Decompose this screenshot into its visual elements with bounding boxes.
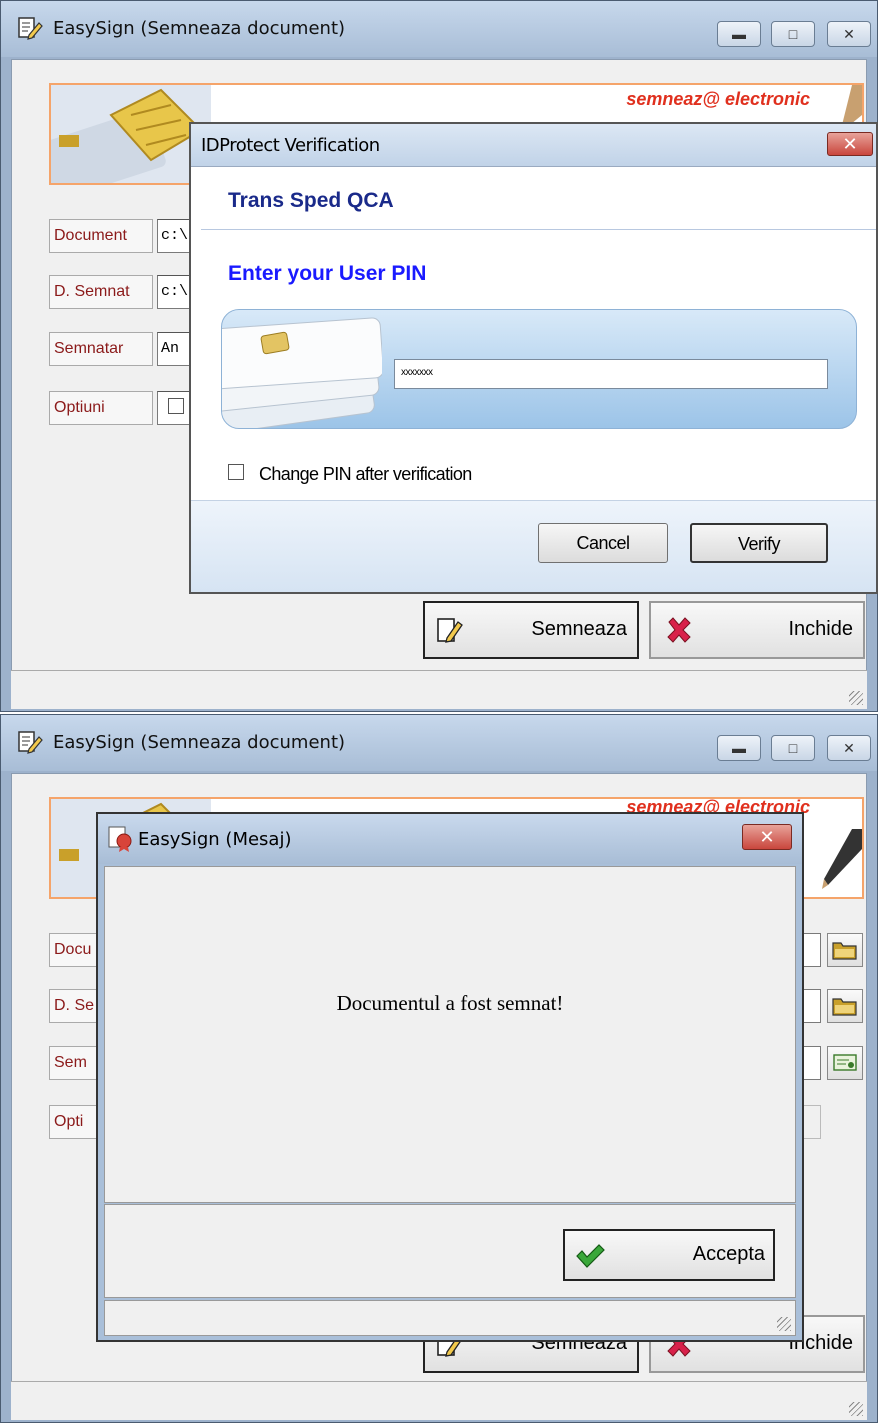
browse-document-button[interactable] (827, 933, 863, 967)
maximize-icon: □ (788, 740, 798, 756)
certificate-icon (833, 1054, 857, 1071)
message-dialog-titlebar[interactable]: EasySign (Mesaj) ✕ (98, 814, 802, 864)
message-button-panel: Accepta (104, 1204, 796, 1298)
maximize-button[interactable]: □ (771, 21, 815, 47)
message-status-bar (104, 1300, 796, 1336)
signer-dropdown-edge[interactable] (801, 1046, 821, 1080)
maximize-icon: □ (788, 26, 798, 42)
signer-label: Semnatar (49, 332, 153, 366)
minimize-icon: ▬ (732, 740, 746, 756)
close-icon: ✕ (842, 134, 858, 154)
document-label: Docu (49, 933, 99, 967)
window-title: EasySign (Semneaza document) (53, 18, 346, 39)
idprotect-pin-dialog: IDProtect Verification ✕ Trans Sped QCA … (189, 122, 878, 594)
smartcard-icon (51, 85, 211, 183)
header-divider (201, 229, 876, 230)
window-title: EasySign (Semneaza document) (53, 732, 346, 753)
checkmark-icon (576, 1244, 605, 1268)
sign-pen-icon (822, 829, 862, 889)
certificate-button[interactable] (827, 1046, 863, 1080)
folder-icon (832, 998, 857, 1016)
options-label: Opti (49, 1105, 99, 1139)
pin-input[interactable]: xxxxxxx (394, 359, 828, 389)
resize-grip[interactable] (849, 691, 863, 705)
change-pin-label: Change PIN after verification (259, 464, 472, 484)
cancel-button[interactable]: Cancel (538, 523, 668, 563)
accept-button-label: Accepta (692, 1243, 765, 1265)
banner-tagline: semneaz@ electronic (626, 89, 810, 109)
close-button[interactable]: ✕ (827, 21, 871, 47)
options-label: Optiuni (49, 391, 153, 425)
close-button[interactable]: ✕ (827, 735, 871, 761)
change-pin-checkbox[interactable] (228, 464, 244, 480)
message-text: Documentul a fost semnat! (336, 991, 564, 1015)
pin-dialog-titlebar[interactable]: IDProtect Verification ✕ (191, 124, 876, 167)
message-panel: Documentul a fost semnat! (104, 866, 796, 1203)
status-bar (11, 1381, 867, 1420)
document-label: Document (49, 219, 153, 253)
minimize-button[interactable]: ▬ (717, 735, 761, 761)
sign-button-label: Semneaza (531, 618, 627, 640)
accept-button[interactable]: Accepta (563, 1229, 775, 1281)
resize-grip[interactable] (849, 1402, 863, 1416)
pin-prompt: Enter your User PIN (228, 262, 427, 285)
browse-signed-button[interactable] (827, 989, 863, 1023)
option-checkbox[interactable] (168, 398, 184, 414)
sign-pen-icon (437, 618, 463, 643)
sign-button[interactable]: Semneaza (423, 601, 639, 659)
easysign-message-dialog: EasySign (Mesaj) ✕ Documentul a fost sem… (96, 812, 804, 1342)
signed-path-input-edge[interactable] (801, 989, 821, 1023)
message-seal-icon (108, 826, 132, 852)
close-dialog-button[interactable]: Inchide (649, 601, 865, 659)
options-field-edge (801, 1105, 821, 1139)
pin-dialog-close-button[interactable]: ✕ (827, 132, 873, 156)
message-dialog-title: EasySign (Mesaj) (138, 829, 292, 850)
maximize-button[interactable]: □ (771, 735, 815, 761)
provider-name: Trans Sped QCA (228, 189, 394, 212)
status-bar (11, 670, 867, 709)
folder-icon (832, 942, 857, 960)
signed-document-label: D. Se (49, 989, 99, 1023)
minimize-icon: ▬ (732, 26, 746, 42)
close-button-label: Inchide (788, 618, 854, 640)
cross-icon (667, 617, 691, 643)
smartcard-icon (222, 317, 382, 428)
message-dialog-close-button[interactable]: ✕ (742, 824, 792, 850)
document-path-input-edge[interactable] (801, 933, 821, 967)
app-edit-icon (18, 17, 43, 40)
resize-grip[interactable] (777, 1317, 791, 1331)
signer-label: Sem (49, 1046, 99, 1080)
close-icon: ✕ (843, 26, 855, 42)
verify-button[interactable]: Verify (690, 523, 828, 563)
title-bar[interactable]: EasySign (Semneaza document) ▬ □ ✕ (1, 1, 877, 57)
close-icon: ✕ (759, 827, 775, 847)
signed-document-label: D. Semnat (49, 275, 153, 309)
app-edit-icon (18, 731, 43, 754)
title-bar[interactable]: EasySign (Semneaza document) ▬ □ ✕ (1, 715, 877, 771)
pin-dialog-title: IDProtect Verification (201, 135, 380, 156)
close-icon: ✕ (843, 740, 855, 756)
minimize-button[interactable]: ▬ (717, 21, 761, 47)
